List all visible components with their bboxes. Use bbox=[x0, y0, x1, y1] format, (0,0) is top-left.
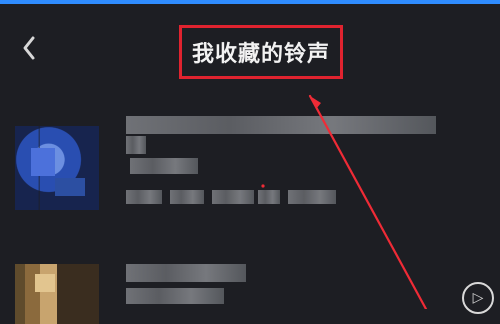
back-button[interactable] bbox=[18, 34, 40, 62]
title-highlight-box: 我收藏的铃声 bbox=[179, 25, 343, 79]
blurred-title-line bbox=[126, 288, 224, 304]
blurred-title-line bbox=[126, 264, 246, 282]
blurred-title-line bbox=[130, 158, 198, 174]
blurred-meta-line bbox=[170, 190, 204, 204]
blurred-meta-line bbox=[258, 190, 280, 204]
chevron-left-icon bbox=[23, 36, 35, 60]
blurred-title-line bbox=[126, 136, 146, 154]
header: 我收藏的铃声 bbox=[0, 4, 500, 94]
ringtone-thumbnail bbox=[15, 264, 99, 324]
blurred-meta-line bbox=[126, 190, 162, 204]
page-title: 我收藏的铃声 bbox=[191, 42, 330, 67]
blurred-meta-line bbox=[212, 190, 254, 204]
list-item[interactable] bbox=[0, 258, 500, 324]
blurred-meta-line bbox=[288, 190, 336, 204]
play-circle-icon: ▷ bbox=[472, 290, 484, 306]
ringtone-thumbnail bbox=[15, 126, 99, 210]
play-button[interactable]: ▷ bbox=[462, 282, 494, 314]
blurred-title-line bbox=[126, 116, 436, 134]
